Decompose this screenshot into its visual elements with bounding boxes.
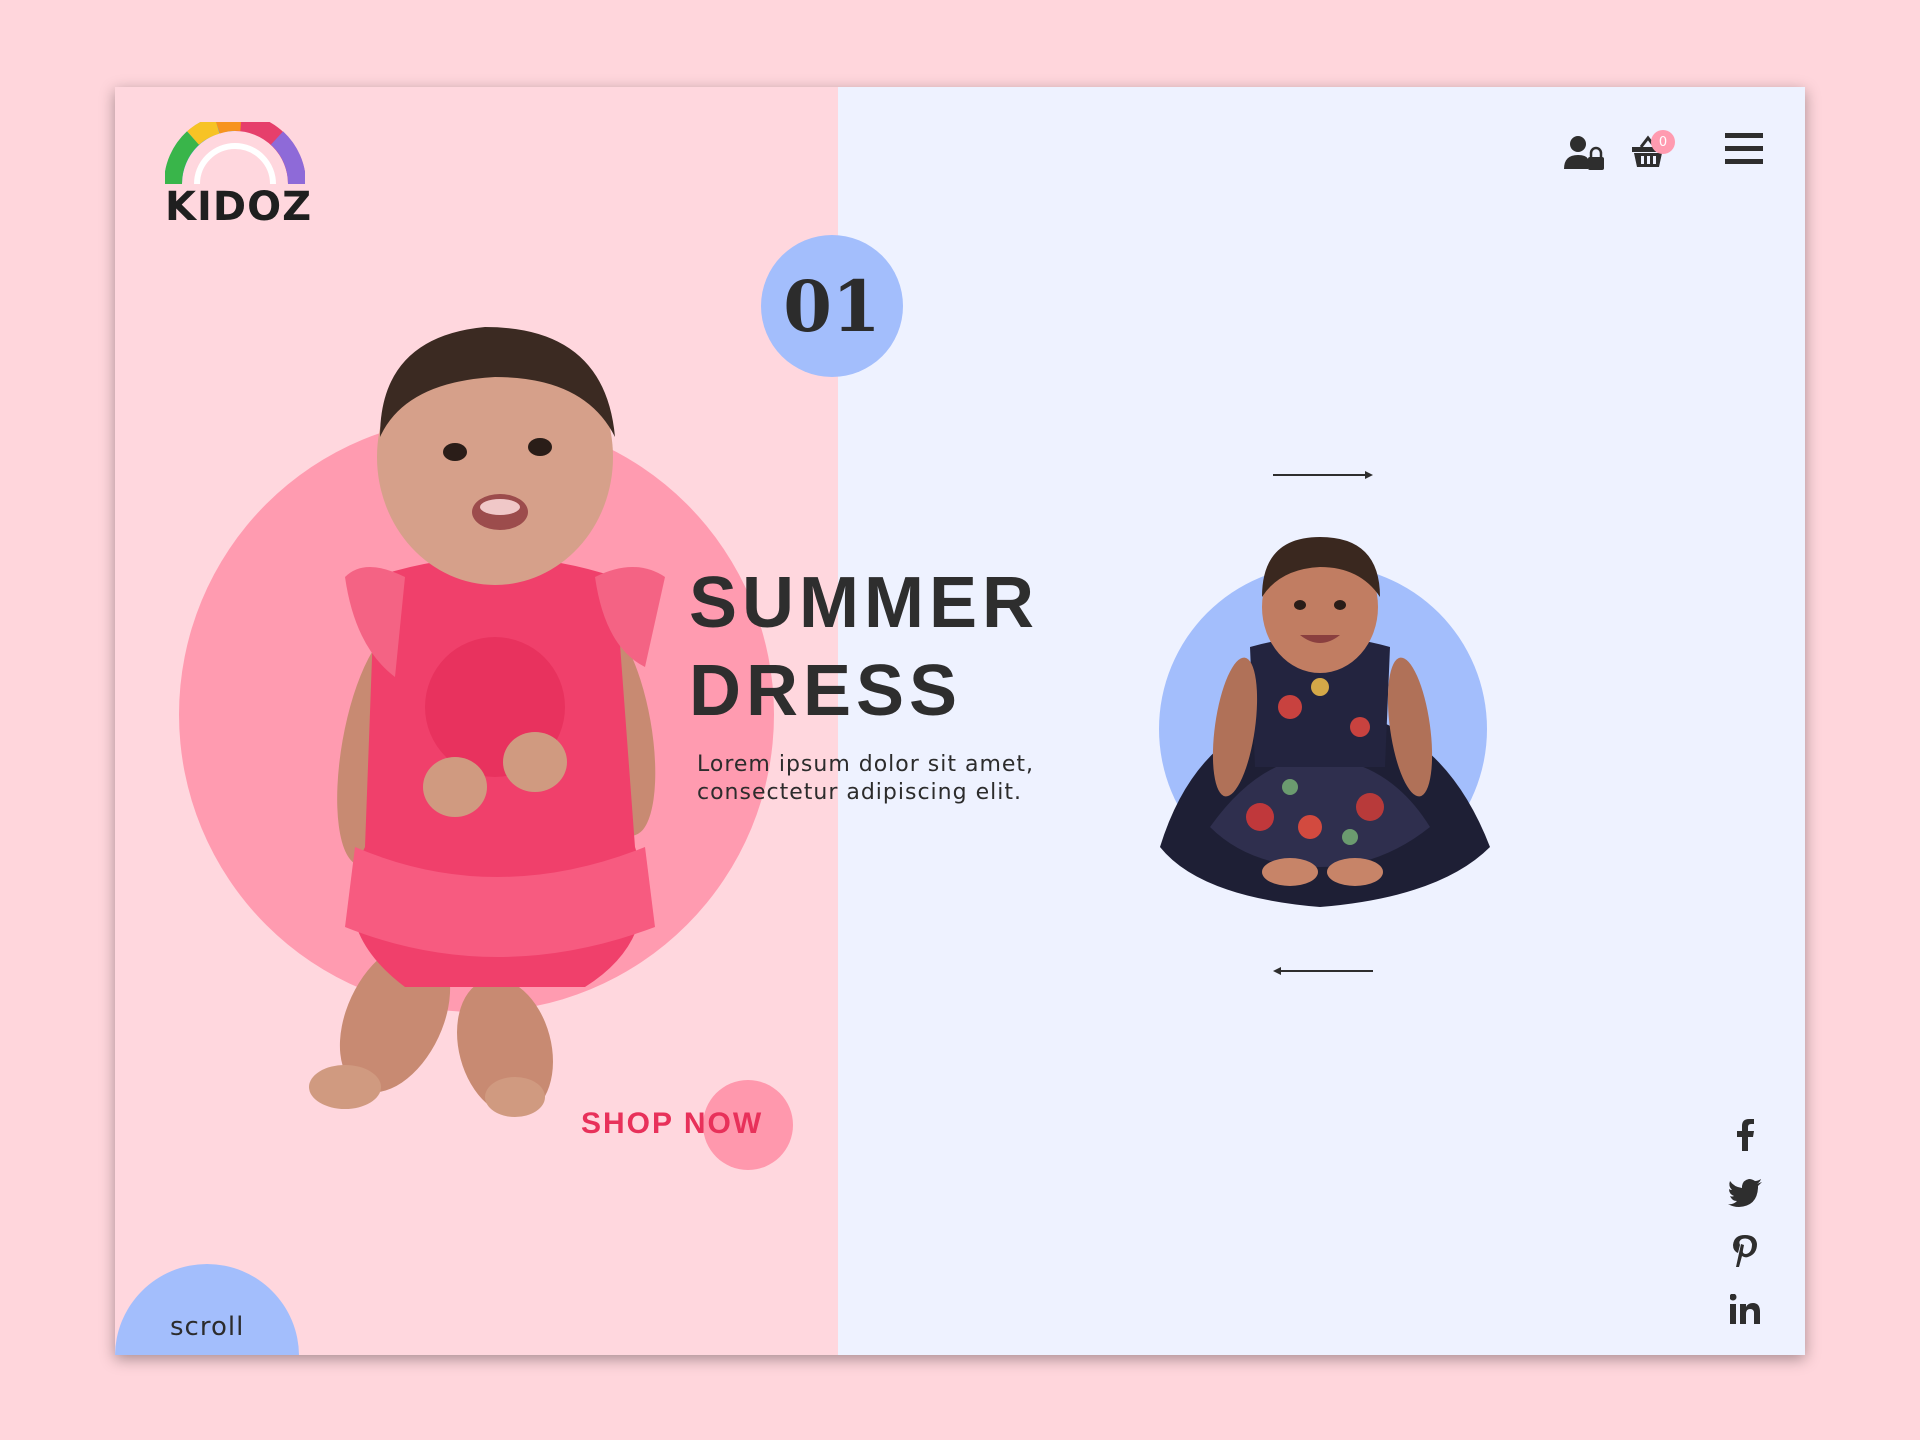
twitter-link[interactable] <box>1725 1173 1765 1213</box>
brand-logo[interactable]: KIDOZ <box>165 122 311 232</box>
cart-button[interactable]: 0 <box>1631 130 1675 173</box>
pinterest-link[interactable] <box>1725 1231 1765 1271</box>
linkedin-link[interactable] <box>1725 1289 1765 1329</box>
slide-number: 01 <box>761 235 903 377</box>
arrow-right-icon[interactable] <box>1273 470 1373 480</box>
account-button[interactable] <box>1564 135 1604 175</box>
twitter-icon <box>1728 1179 1762 1207</box>
cart-count-badge: 0 <box>1651 130 1675 154</box>
arrow-left-icon[interactable] <box>1273 966 1373 976</box>
shop-now-button[interactable]: SHOP NOW <box>581 1107 763 1141</box>
page-frame: KIDOZ 01 SUMMER DRESS Lorem ipsum dolor … <box>115 87 1805 1355</box>
facebook-icon <box>1737 1119 1754 1151</box>
pinterest-icon <box>1733 1235 1757 1267</box>
user-lock-icon <box>1564 136 1604 170</box>
brand-name: KIDOZ <box>165 184 313 230</box>
hero-title: SUMMER DRESS <box>689 563 1039 731</box>
scroll-indicator[interactable]: scroll <box>170 1312 244 1342</box>
hero-subtitle: Lorem ipsum dolor sit amet, consectetur … <box>697 752 1035 805</box>
linkedin-icon <box>1730 1294 1760 1324</box>
baby-floral-dress-image <box>1160 537 1490 907</box>
hamburger-menu-icon <box>1725 133 1763 164</box>
facebook-link[interactable] <box>1725 1115 1765 1155</box>
menu-button[interactable] <box>1725 131 1763 171</box>
baby-pink-dress-image <box>309 327 665 1117</box>
rainbow-icon <box>165 122 305 185</box>
